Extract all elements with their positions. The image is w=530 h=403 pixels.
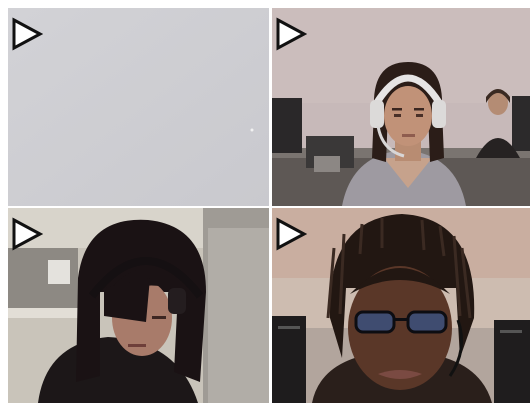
play-triangle-icon [12, 217, 43, 251]
play-triangle-icon [12, 17, 43, 51]
play-triangle-icon [276, 217, 307, 251]
play-button-4[interactable] [275, 217, 307, 251]
video-tile-4[interactable] [272, 208, 530, 403]
video-tile-1[interactable] [8, 8, 269, 206]
video-feed-1 [8, 8, 269, 206]
play-button-3[interactable] [11, 217, 43, 251]
video-tile-3[interactable] [8, 208, 269, 403]
video-tile-2[interactable] [272, 8, 530, 206]
video-feed-3 [8, 208, 269, 403]
play-button-1[interactable] [11, 17, 43, 51]
video-grid [8, 8, 530, 403]
video-feed-4 [272, 208, 530, 403]
play-triangle-icon [276, 17, 307, 51]
video-feed-2 [272, 8, 530, 206]
play-button-2[interactable] [275, 17, 307, 51]
